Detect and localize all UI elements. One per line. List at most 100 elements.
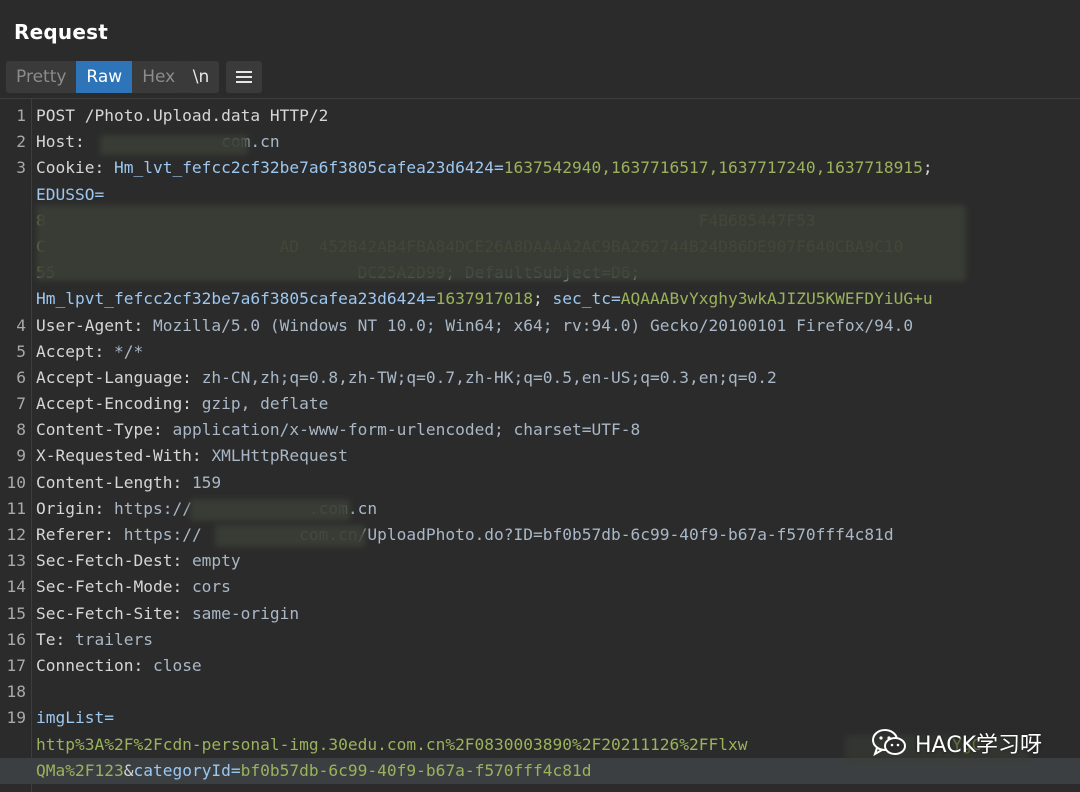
code-token: POST /Photo.Upload.data HTTP/2 — [36, 106, 329, 125]
panel-header: Request — [0, 0, 1080, 58]
code-line[interactable]: 11Origin: https:// .com.cn — [0, 496, 1080, 522]
watermark-text: HACK学习呀 — [915, 733, 1042, 758]
line-content: imgList= — [36, 705, 114, 731]
line-content: Cookie: Hm_lvt_fefcc2cf32be7a6f3805cafea… — [36, 155, 933, 181]
code-token: Sec-Fetch-Dest: — [36, 551, 192, 571]
redaction-blur — [215, 525, 365, 547]
code-token: gzip, deflate — [201, 394, 329, 414]
code-line[interactable]: Hm_lpvt_fefcc2cf32be7a6f3805cafea23d6424… — [0, 286, 1080, 312]
watermark: HACK学习呀 — [871, 726, 1042, 760]
code-token: bf0b57db-6c99-40f9-b67a-f570fff4c81d — [240, 760, 592, 780]
line-content: EDUSSO= — [36, 182, 104, 208]
code-line[interactable]: 3 Cookie: Hm_lvt_fefcc2cf32be7a6f3805cafe… — [0, 155, 1080, 181]
line-number: 11 — [6, 498, 27, 518]
code-token: & — [123, 760, 134, 780]
code-line[interactable]: 5 Accept: */* — [0, 339, 1080, 365]
wechat-icon — [871, 728, 907, 758]
code-token: AQAAABvYxghy3wkAJIZU5KWEFDYiUG+u — [620, 289, 933, 309]
code-line[interactable]: 8 Content-Type: application/x-www-form-ur… — [0, 417, 1080, 443]
line-number: 3 — [16, 158, 26, 178]
code-token: QMa%2F123 — [36, 760, 124, 780]
line-content: User-Agent: Mozilla/5.0 (Windows NT 10.0… — [36, 313, 913, 339]
redaction-blur — [190, 499, 350, 521]
code-token: 1637917018 — [435, 289, 534, 309]
line-number: 12 — [6, 525, 27, 544]
show-newlines-button[interactable]: \n — [183, 61, 219, 93]
code-token: Content-Type: — [36, 420, 173, 440]
code-line[interactable]: 18 — [0, 679, 1080, 705]
line-number: 1 — [16, 106, 26, 125]
line-content: X-Requested-With: XMLHttpRequest — [36, 443, 348, 469]
code-line[interactable]: 14 Sec-Fetch-Mode: cors — [0, 574, 1080, 600]
code-token: ; — [922, 158, 933, 178]
code-token: User-Agent: — [36, 315, 153, 335]
code-line[interactable]: 10 Content-Length: 159 — [0, 470, 1080, 496]
line-content: Content-Length: 159 — [36, 470, 221, 496]
line-number: 14 — [6, 577, 27, 597]
code-line[interactable]: 6 Accept-Language: zh-CN,zh;q=0.8,zh-TW;q… — [0, 365, 1080, 391]
line-number: 7 — [16, 394, 26, 414]
code-token: 1637542940,1637716517,1637717240,1637718… — [503, 158, 923, 178]
code-token: ; — [533, 289, 553, 309]
line-number: 2 — [16, 132, 26, 152]
code-token: 159 — [191, 472, 222, 492]
code-token: Accept-Language: — [36, 367, 202, 387]
code-token: trailers — [74, 629, 153, 649]
code-token: sec_tc= — [552, 289, 621, 309]
code-token: Hm_lvt_fefcc2cf32be7a6f3805cafea23d6424= — [113, 158, 504, 178]
code-line[interactable]: 16 Te: trailers — [0, 627, 1080, 653]
code-line[interactable]: 7 Accept-Encoding: gzip, deflate — [0, 391, 1080, 417]
line-content: Accept-Encoding: gzip, deflate — [36, 391, 328, 417]
line-number: 4 — [16, 315, 26, 335]
code-token: imgList= — [36, 708, 114, 728]
view-toolbar: Pretty Raw Hex \n — [0, 58, 1080, 98]
line-number: 18 — [6, 682, 27, 702]
request-editor[interactable]: 1 POST /Photo.Upload.data HTTP/2 2 Host: co… — [0, 98, 1080, 792]
code-token: http%3A%2F%2Fcdn-personal-img.30edu.com.… — [36, 734, 748, 754]
code-token: empty — [191, 551, 241, 571]
code-line[interactable]: 13 Sec-Fetch-Dest: empty — [0, 548, 1080, 574]
line-number: 5 — [16, 341, 26, 361]
code-line[interactable]: EDUSSO= — [0, 182, 1080, 208]
tab-raw[interactable]: Raw — [76, 61, 133, 93]
panel-title: Request — [14, 20, 108, 44]
line-number: 10 — [6, 472, 27, 492]
options-menu-button[interactable] — [226, 61, 262, 93]
code-token: same-origin — [191, 603, 300, 623]
redaction-blur — [100, 135, 248, 155]
code-line[interactable]: 9 X-Requested-With: XMLHttpRequest — [0, 443, 1080, 469]
code-token: Accept-Encoding: — [36, 394, 202, 414]
line-content: Accept: */* — [36, 339, 143, 365]
code-token: Sec-Fetch-Mode: — [36, 577, 192, 597]
code-line[interactable]: 1 POST /Photo.Upload.data HTTP/2 — [0, 103, 1080, 129]
tab-hex[interactable]: Hex — [132, 61, 186, 93]
code-token: Sec-Fetch-Site: — [36, 603, 192, 623]
hamburger-icon — [236, 71, 252, 83]
code-line[interactable]: 12 Referer: https:// com.cn/UploadPhoto.d… — [0, 522, 1080, 548]
line-content: Referer: https:// com.cn/UploadPhoto.do?… — [36, 522, 894, 548]
line-number: 16 — [6, 629, 27, 649]
code-token: Hm_lpvt_fefcc2cf32be7a6f3805cafea23d6424… — [36, 289, 436, 309]
line-number: 13 — [6, 551, 27, 571]
line-content: Te: trailers — [36, 627, 153, 653]
line-content: Sec-Fetch-Site: same-origin — [36, 601, 299, 627]
code-line[interactable]: 15 Sec-Fetch-Site: same-origin — [0, 601, 1080, 627]
redaction-blur — [36, 205, 966, 281]
code-token: Mozilla/5.0 (Windows NT 10.0; Win64; x64… — [152, 315, 914, 335]
line-content: QMa%2F123&categoryId=bf0b57db-6c99-40f9-… — [36, 758, 592, 784]
line-content: Sec-Fetch-Mode: cors — [36, 574, 231, 600]
code-token: Host: — [36, 132, 95, 152]
line-number: 9 — [16, 446, 26, 466]
code-token: X-Requested-With: — [36, 446, 212, 466]
tab-pretty[interactable]: Pretty — [6, 61, 77, 93]
line-content: Connection: close — [36, 653, 202, 679]
code-line[interactable]: 17 Connection: close — [0, 653, 1080, 679]
code-token: Origin: — [36, 498, 114, 518]
code-token: Accept: — [36, 341, 114, 361]
code-line[interactable]: QMa%2F123&categoryId=bf0b57db-6c99-40f9-… — [0, 757, 1080, 784]
code-line[interactable]: 4 User-Agent: Mozilla/5.0 (Windows NT 10.… — [0, 313, 1080, 339]
line-content: Content-Type: application/x-www-form-url… — [36, 417, 640, 443]
line-number: 8 — [16, 420, 26, 440]
line-content: http%3A%2F%2Fcdn-personal-img.30edu.com.… — [36, 732, 981, 758]
code-token: EDUSSO= — [36, 184, 105, 204]
